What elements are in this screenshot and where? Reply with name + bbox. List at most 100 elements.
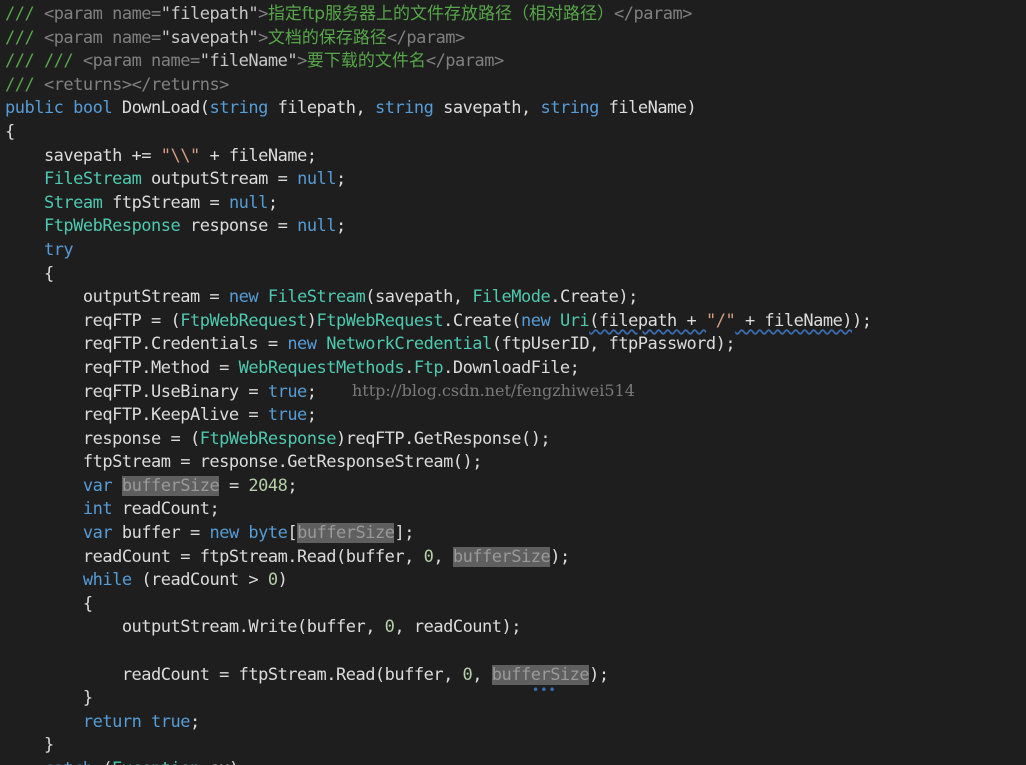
code-token-plain: savepath += — [5, 145, 161, 166]
code-line[interactable]: reqFTP.Credentials = new NetworkCredenti… — [5, 333, 1026, 357]
code-token-plain: ftpStream = — [102, 192, 229, 213]
code-token-plain: ) — [277, 570, 288, 591]
code-token-comment: /// /// — [5, 51, 83, 72]
code-token-type: Exception — [112, 759, 200, 765]
code-token-plain: savepath, — [443, 98, 541, 119]
code-token-xmltag: <param name= — [43, 27, 161, 48]
code-line[interactable]: return true; — [5, 711, 1026, 735]
code-token-keyword: var — [82, 475, 122, 496]
code-line[interactable]: reqFTP.KeepAlive = true; — [5, 404, 1026, 428]
code-line[interactable]: } — [5, 734, 1026, 758]
code-token-keyword: string — [374, 98, 444, 119]
code-token-xmltag: <returns></returns> — [43, 74, 229, 95]
code-line[interactable]: { — [5, 263, 1026, 287]
code-line[interactable]: { — [5, 121, 1026, 145]
code-token-hl: bufferSize — [297, 523, 395, 544]
code-line[interactable]: ftpStream = response.GetResponseStream()… — [5, 451, 1026, 475]
code-token-number: 2048 — [248, 475, 288, 496]
code-token-keyword: int — [82, 499, 122, 520]
code-token-type: Stream — [43, 192, 103, 213]
code-line[interactable]: int readCount; — [5, 498, 1026, 522]
code-line[interactable]: readCount = ftpStream.Read(buffer, 0, bu… — [5, 664, 1026, 688]
code-line[interactable]: outputStream.Write(buffer, 0, readCount)… — [5, 616, 1026, 640]
code-token-xmlattr: "filepath" — [160, 4, 259, 24]
code-token-plain: , — [472, 664, 492, 685]
code-token-plain: ftpStream = response.GetResponseStream()… — [5, 452, 483, 473]
code-token-keyword: string — [209, 98, 278, 119]
code-line[interactable]: savepath += "\\" + fileName; — [5, 145, 1026, 169]
code-line[interactable]: var bufferSize = 2048; — [5, 475, 1026, 499]
code-token-squiggle: + fileName) — [735, 310, 853, 331]
code-token-plain: { — [5, 263, 54, 284]
code-editor[interactable]: /// <param name="filepath">指定ftp服务器上的文件存… — [0, 0, 1026, 765]
code-line[interactable]: } — [5, 687, 1026, 711]
quick-action-ellipsis-icon[interactable]: ••• — [532, 683, 557, 697]
code-line[interactable]: outputStream = new FileStream(savepath, … — [5, 286, 1026, 310]
code-line[interactable]: reqFTP = (FtpWebRequest)FtpWebRequest.Cr… — [5, 310, 1026, 334]
code-line[interactable]: readCount = ftpStream.Read(buffer, 0, bu… — [5, 546, 1026, 570]
code-token-xmltag: > — [258, 27, 268, 48]
code-token-plain: .DownloadFile; — [443, 357, 580, 378]
code-token-plain: outputStream.Write(buffer, — [5, 617, 385, 638]
code-token-plain: . — [404, 357, 414, 378]
code-token-type: Uri — [559, 310, 590, 331]
code-token-plain: (readCount > — [141, 570, 268, 591]
code-token-plain: ; — [306, 405, 317, 426]
code-token-plain: DownLoad( — [121, 98, 210, 119]
code-token-hl: bufferSize — [121, 475, 220, 496]
code-line[interactable]: /// <param name="filepath">指定ftp服务器上的文件存… — [5, 3, 1026, 27]
code-token-keyword: true — [267, 381, 307, 402]
code-line[interactable]: catch (Exception ex) — [5, 758, 1026, 765]
code-line[interactable]: public bool DownLoad(string filepath, st… — [5, 97, 1026, 121]
code-token-type: FtpWebRequest — [180, 310, 307, 331]
code-token-plain: ) — [306, 310, 317, 331]
code-token-type: WebRequestMethods — [238, 357, 405, 378]
code-token-plain: } — [5, 735, 54, 756]
code-token-keyword: catch — [44, 759, 102, 765]
code-line[interactable]: { — [5, 593, 1026, 617]
code-token-number: 0 — [423, 546, 434, 567]
code-token-plain: ; — [189, 711, 200, 732]
code-line[interactable]: Stream ftpStream = null; — [5, 192, 1026, 216]
code-token-plain: ex) — [200, 759, 239, 765]
code-line[interactable]: try — [5, 239, 1026, 263]
code-token-string: "/" — [706, 310, 736, 331]
code-token-plain: , readCount); — [394, 617, 521, 638]
code-token-keyword: null — [297, 216, 337, 237]
code-token-keyword: string — [540, 98, 609, 119]
code-token-number: 0 — [462, 664, 473, 685]
code-line[interactable]: /// /// <param name="fileName">要下载的文件名</… — [5, 50, 1026, 74]
code-token-keyword: while — [82, 570, 142, 591]
code-line[interactable]: reqFTP.Method = WebRequestMethods.Ftp.Do… — [5, 357, 1026, 381]
code-line[interactable]: /// <returns></returns> — [5, 74, 1026, 98]
code-line[interactable]: /// <param name="savepath">文档的保存路径</para… — [5, 27, 1026, 51]
code-line[interactable]: while (readCount > 0) — [5, 569, 1026, 593]
code-token-xmltag: <param name= — [82, 51, 200, 72]
code-token-plain: { — [5, 593, 93, 614]
code-token-keyword: null — [297, 169, 337, 190]
watermark: http://blog.csdn.net/fengzhiwei514 — [352, 381, 635, 400]
code-token-cn: 文档的保存路径 — [267, 27, 387, 48]
code-token-plain: response = ( — [5, 428, 200, 449]
code-token-keyword: true — [267, 405, 307, 426]
code-token-keyword: new byte — [209, 523, 288, 544]
code-line[interactable]: FileStream outputStream = null; — [5, 168, 1026, 192]
code-token-plain: response = — [180, 216, 298, 237]
code-token-plain: (ftpUserID, ftpPassword); — [491, 334, 736, 355]
code-token-plain: reqFTP.KeepAlive = — [5, 405, 268, 426]
code-line[interactable]: response = (FtpWebResponse)reqFTP.GetRes… — [5, 428, 1026, 452]
code-line[interactable] — [5, 640, 1026, 664]
code-token-xmltag: </param> — [425, 51, 504, 72]
code-token-type: FtpWebResponse — [43, 216, 181, 237]
code-token-keyword: return true — [82, 711, 191, 732]
code-token-plain: filepath, — [277, 98, 375, 119]
code-line[interactable]: var buffer = new byte[bufferSize]; — [5, 522, 1026, 546]
code-line[interactable]: FtpWebResponse response = null; — [5, 215, 1026, 239]
code-token-xmlattr: "fileName" — [199, 51, 298, 72]
code-token-keyword: try — [43, 239, 74, 260]
code-token-type: FtpWebResponse — [199, 428, 337, 449]
code-token-keyword: null — [228, 192, 268, 213]
